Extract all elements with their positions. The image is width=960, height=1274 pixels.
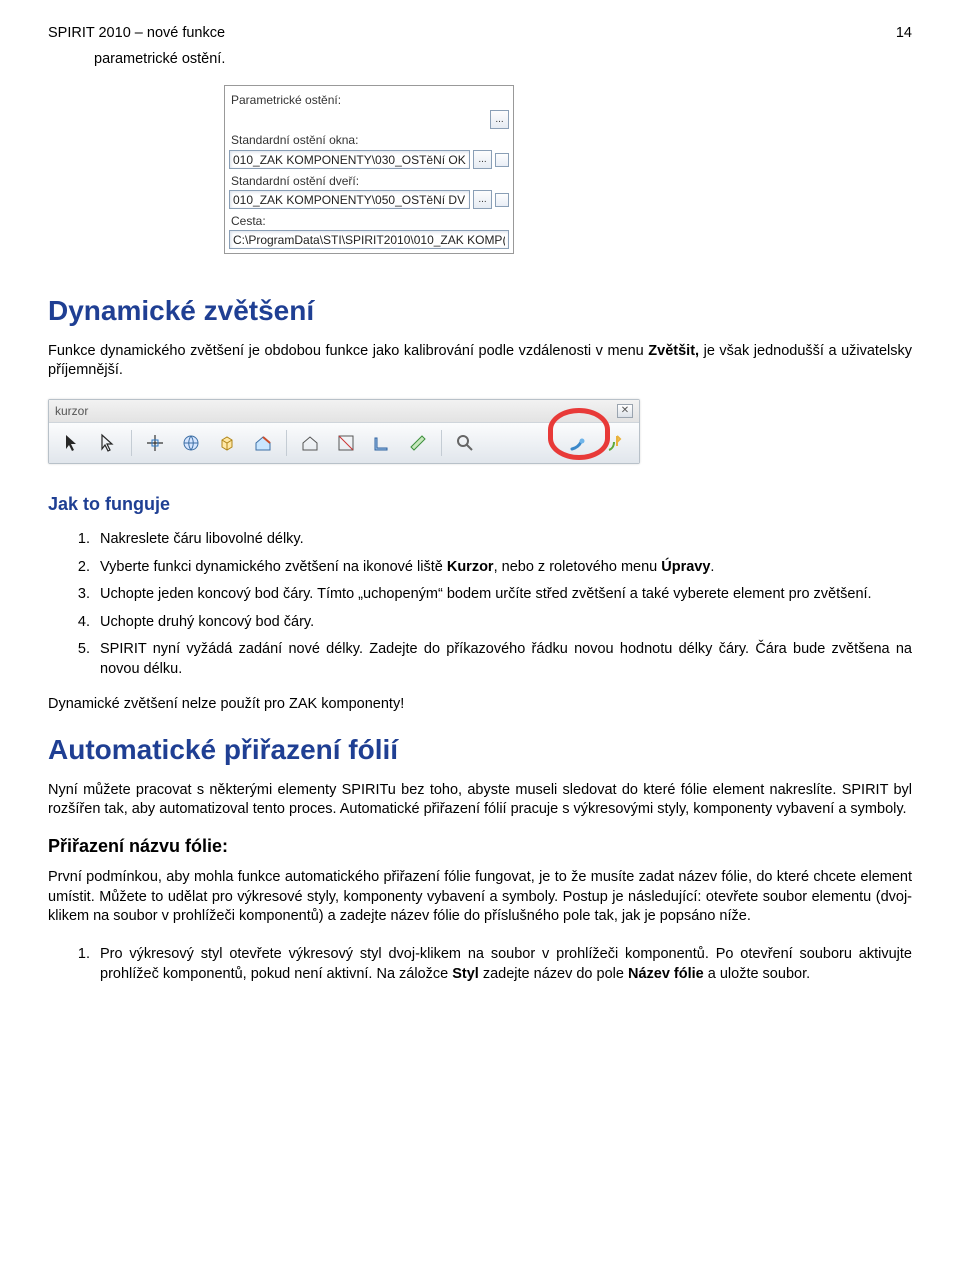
section-dynamic-zoom-para: Funkce dynamického zvětšení je obdobou f… (48, 342, 912, 381)
cube-icon[interactable] (214, 430, 240, 456)
globe-icon[interactable] (178, 430, 204, 456)
close-icon[interactable]: ✕ (617, 404, 633, 418)
toolbar-figure: kurzor ✕ (48, 399, 640, 464)
std-door-input[interactable] (229, 190, 470, 209)
measure-icon[interactable] (405, 430, 431, 456)
std-window-label: Standardní ostění okna: (231, 132, 358, 148)
list-item: Uchopte jeden koncový bod čáry. Tímto „u… (94, 581, 912, 609)
list-item: Pro výkresový styl otevřete výkresový st… (94, 941, 912, 988)
list-item: SPIRIT nyní vyžádá zadání nové délky. Za… (94, 636, 912, 683)
how-it-works-title: Jak to funguje (48, 492, 912, 516)
section-auto-layers-para: Nyní můžete pracovat s některými element… (48, 781, 912, 820)
browse-param-button[interactable]: ... (490, 110, 509, 129)
panel-title: Parametrické ostění: (231, 92, 341, 108)
house-icon[interactable] (250, 430, 276, 456)
how-it-works-list: Nakreslete čáru libovolné délky. Vyberte… (48, 526, 912, 683)
crop-icon[interactable] (333, 430, 359, 456)
magnifier-icon[interactable] (452, 430, 478, 456)
assign-layer-name-title: Přiřazení názvu fólie: (48, 834, 912, 858)
path-label: Cesta: (231, 213, 266, 229)
assign-layer-name-para: První podmínkou, aby mohla funkce automa… (48, 868, 912, 927)
note-text: Dynamické zvětšení nelze použít pro ZAK … (48, 695, 912, 715)
window-checkbox[interactable] (495, 153, 509, 167)
std-window-input[interactable] (229, 150, 470, 169)
toolbar-title: kurzor (55, 403, 88, 419)
dynamic-zoom-icon[interactable] (567, 430, 593, 456)
arrow-cursor-icon[interactable] (59, 430, 85, 456)
arrow-cursor-alt-icon[interactable] (95, 430, 121, 456)
std-door-label: Standardní ostění dveří: (231, 173, 359, 189)
assign-layer-steps: Pro výkresový styl otevřete výkresový st… (48, 941, 912, 988)
house-outline-icon[interactable] (297, 430, 323, 456)
list-item: Uchopte druhý koncový bod čáry. (94, 609, 912, 637)
crosshair-icon[interactable] (142, 430, 168, 456)
list-item: Nakreslete čáru libovolné délky. (94, 526, 912, 554)
ruler-angle-icon[interactable] (369, 430, 395, 456)
toolbar-separator (441, 430, 442, 456)
section-auto-layers-title: Automatické přiřazení fólií (48, 731, 912, 769)
zoom-grow-icon[interactable] (603, 430, 629, 456)
doc-header-left: SPIRIT 2010 – nové funkce (48, 24, 225, 44)
section-dynamic-zoom-title: Dynamické zvětšení (48, 292, 912, 330)
path-input[interactable] (229, 230, 509, 249)
browse-window-button[interactable]: ... (473, 150, 492, 169)
intro-text: parametrické ostění. (48, 50, 912, 70)
list-item: Vyberte funkci dynamického zvětšení na i… (94, 554, 912, 582)
page-number: 14 (896, 24, 912, 44)
toolbar-separator (286, 430, 287, 456)
properties-panel: Parametrické ostění: ... Standardní ostě… (224, 85, 514, 254)
door-checkbox[interactable] (495, 193, 509, 207)
browse-door-button[interactable]: ... (473, 190, 492, 209)
toolbar-separator (131, 430, 132, 456)
